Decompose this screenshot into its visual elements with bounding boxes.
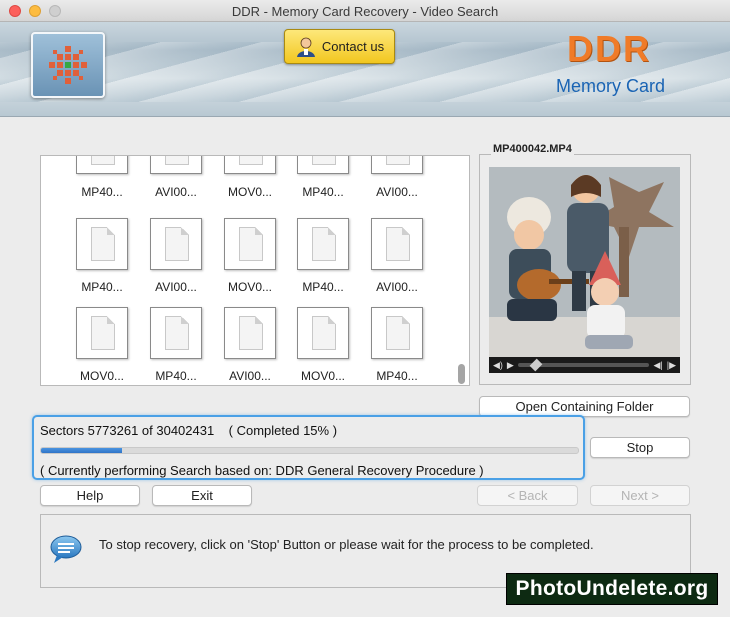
file-thumbnail[interactable]: MOV0...	[69, 307, 129, 385]
progress-bar-fill	[41, 448, 122, 453]
video-preview-image	[489, 167, 680, 357]
file-icon	[297, 218, 349, 270]
file-icon	[224, 156, 276, 174]
watermark-logo: PhotoUndelete.org	[506, 573, 718, 605]
file-thumbnail[interactable]: AVI00...	[217, 307, 277, 385]
title-bar: DDR - Memory Card Recovery - Video Searc…	[0, 0, 730, 22]
brand-subtitle: Memory Card	[556, 76, 666, 96]
file-icon	[76, 218, 128, 270]
file-thumbnail[interactable]: MP40...	[69, 218, 129, 298]
forward-icon[interactable]: |▶	[667, 360, 676, 371]
file-name: MOV0...	[300, 369, 345, 383]
progress-bar	[40, 447, 579, 454]
stop-button[interactable]: Stop	[590, 437, 690, 458]
file-name: MP40...	[81, 280, 123, 294]
seek-bar[interactable]	[517, 358, 650, 372]
contact-us-button[interactable]: Contact us	[284, 29, 395, 64]
seek-knob[interactable]	[529, 358, 543, 372]
recovered-files-panel[interactable]: MP40... AVI00... MOV0... MP40... AVI00..…	[40, 155, 470, 386]
video-player-controls: ◀) ▶ ◀| |▶	[489, 357, 680, 373]
file-name: MP40...	[155, 369, 197, 383]
scrollbar-thumb[interactable]	[458, 364, 465, 384]
file-thumbnail[interactable]: MOV0...	[290, 307, 350, 385]
speech-bubble-icon	[50, 535, 82, 563]
file-icon	[224, 218, 276, 270]
file-thumbnail[interactable]: MP40...	[364, 307, 424, 385]
brand-title: DDR	[567, 28, 651, 69]
help-button[interactable]: Help	[40, 485, 140, 506]
file-name: MP40...	[302, 185, 344, 199]
vertical-scrollbar[interactable]	[455, 160, 467, 384]
info-message: To stop recovery, click on 'Stop' Button…	[99, 537, 594, 552]
app-logo	[31, 32, 105, 98]
file-icon	[150, 218, 202, 270]
file-icon	[371, 307, 423, 359]
person-icon	[296, 37, 315, 57]
file-name: MOV0...	[227, 280, 272, 294]
file-name: MP40...	[376, 369, 418, 383]
open-containing-folder-button[interactable]: Open Containing Folder	[479, 396, 690, 417]
file-name: AVI00...	[376, 280, 418, 294]
file-icon	[297, 307, 349, 359]
file-thumbnail[interactable]: AVI00...	[143, 218, 203, 298]
rewind-icon[interactable]: ◀|	[653, 360, 662, 371]
file-name: AVI00...	[376, 185, 418, 199]
file-thumbnail[interactable]: MOV0...	[217, 218, 277, 298]
progress-panel: Sectors 5773261 of 30402431 ( Completed …	[32, 415, 585, 480]
file-thumbnail[interactable]: AVI00...	[364, 218, 424, 298]
file-name: MP40...	[81, 185, 123, 199]
file-name: AVI00...	[155, 280, 197, 294]
file-name: AVI00...	[229, 369, 271, 383]
file-thumbnail[interactable]: MP40...	[143, 307, 203, 385]
play-icon[interactable]: ▶	[507, 360, 514, 371]
file-name: MOV0...	[227, 185, 272, 199]
app-logo-icon	[49, 46, 87, 84]
file-icon	[224, 307, 276, 359]
next-button[interactable]: Next >	[590, 485, 690, 506]
back-button[interactable]: < Back	[477, 485, 578, 506]
preview-filename: MP400042.MP4	[491, 143, 574, 155]
file-thumbnail[interactable]: MP40...	[290, 218, 350, 298]
header-banner: Contact us DDR Memory Card	[0, 22, 730, 117]
contact-us-label: Contact us	[321, 39, 385, 54]
file-icon	[76, 307, 128, 359]
procedure-status: ( Currently performing Search based on: …	[40, 463, 484, 478]
volume-icon[interactable]: ◀)	[493, 360, 503, 371]
file-icon	[150, 156, 202, 174]
file-icon	[76, 156, 128, 174]
file-icon	[297, 156, 349, 174]
file-icon	[150, 307, 202, 359]
file-icon	[371, 156, 423, 174]
exit-button[interactable]: Exit	[152, 485, 252, 506]
window-title: DDR - Memory Card Recovery - Video Searc…	[231, 4, 499, 19]
children-photo	[489, 167, 680, 357]
file-name: MOV0...	[79, 369, 124, 383]
sectors-status: Sectors 5773261 of 30402431 ( Completed …	[40, 423, 338, 438]
file-name: AVI00...	[155, 185, 197, 199]
file-icon	[371, 218, 423, 270]
file-name: MP40...	[302, 280, 344, 294]
